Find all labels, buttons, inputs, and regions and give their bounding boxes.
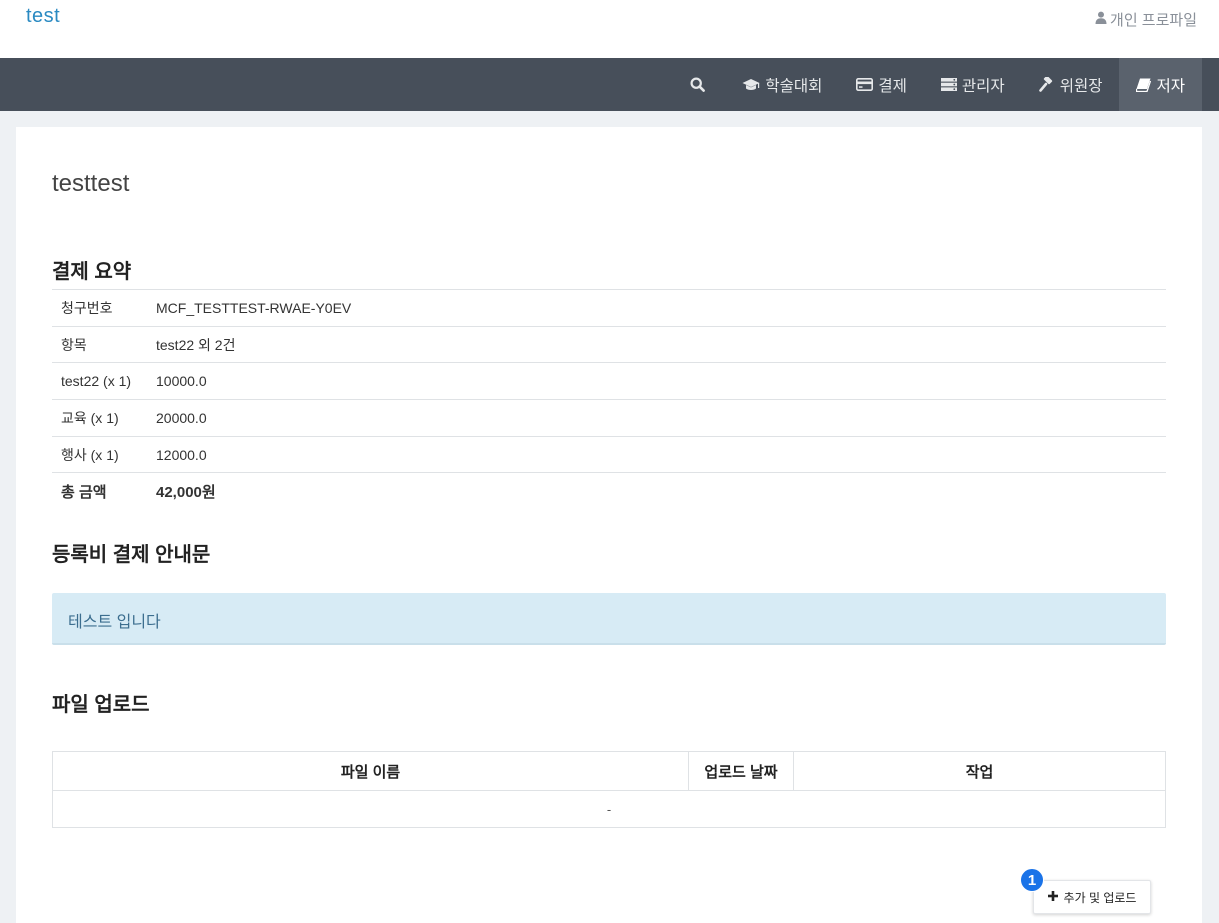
server-icon xyxy=(940,78,957,91)
summary-value: 12000.0 xyxy=(156,446,207,463)
graduation-cap-icon xyxy=(742,78,760,92)
nav-item-admin[interactable]: 관리자 xyxy=(924,58,1022,111)
summary-key: 행사 (x 1) xyxy=(61,446,119,463)
column-file-name: 파일 이름 xyxy=(52,751,689,791)
summary-value: 20000.0 xyxy=(156,409,207,426)
file-table: 파일 이름 업로드 날짜 작업 - xyxy=(52,751,1166,828)
payment-notice-title: 등록비 결제 안내문 xyxy=(52,544,211,566)
table-row: 항목 test22 외 2건 xyxy=(52,326,1166,363)
nav-item-label: 위원장 xyxy=(1059,77,1103,95)
total-row: 총 금액 42,000원 xyxy=(52,472,1166,510)
nav-item-label: 학술대회 xyxy=(765,77,823,95)
total-label: 총 금액 xyxy=(61,484,107,502)
main-navbar: 학술대회 결제 관리자 위원장 저자 xyxy=(0,58,1219,111)
brand-logo[interactable]: test xyxy=(26,5,60,28)
add-and-upload-label: 추가 및 업로드 xyxy=(1063,890,1137,905)
nav-item-payment[interactable]: 결제 xyxy=(839,58,924,111)
user-icon xyxy=(1095,11,1107,28)
nav-item-conference[interactable]: 학술대회 xyxy=(725,58,839,111)
table-row: 교육 (x 1) 20000.0 xyxy=(52,399,1166,437)
add-and-upload-button[interactable]: 추가 및 업로드 xyxy=(1033,880,1151,914)
main-panel: testtest 결제 요약 청구번호 MCF_TESTTEST-RWAE-Y0… xyxy=(16,127,1202,923)
payment-summary-title: 결제 요약 xyxy=(52,261,132,283)
profile-label: 개인 프로파일 xyxy=(1110,12,1197,29)
page-title: testtest xyxy=(52,170,130,197)
summary-value: MCF_TESTTEST-RWAE-Y0EV xyxy=(156,299,352,316)
plus-icon xyxy=(1047,890,1058,904)
table-row: test22 (x 1) 10000.0 xyxy=(52,362,1166,400)
credit-card-icon xyxy=(856,78,874,91)
summary-key: 청구번호 xyxy=(61,299,113,316)
gavel-icon xyxy=(1038,77,1055,92)
summary-key: test22 (x 1) xyxy=(61,373,132,390)
top-bar: test 개인 프로파일 xyxy=(0,0,1219,58)
nav-item-chair[interactable]: 위원장 xyxy=(1022,58,1120,111)
summary-key: 항목 xyxy=(61,336,87,353)
column-action: 작업 xyxy=(793,751,1166,791)
summary-value: 10000.0 xyxy=(156,373,207,390)
empty-placeholder: - xyxy=(52,790,1166,828)
profile-link[interactable]: 개인 프로파일 xyxy=(1095,9,1197,30)
file-table-header: 파일 이름 업로드 날짜 작업 xyxy=(52,751,1166,791)
nav-item-label: 저자 xyxy=(1156,77,1185,95)
total-amount: 42,000원 xyxy=(156,484,216,502)
payment-notice-box: 테스트 입니다 xyxy=(52,593,1166,645)
table-row: 행사 (x 1) 12000.0 xyxy=(52,436,1166,473)
step-badge: 1 xyxy=(1020,868,1044,892)
nav-item-label: 관리자 xyxy=(961,77,1005,95)
nav-search-button[interactable] xyxy=(670,58,725,111)
search-icon xyxy=(690,77,706,92)
table-row: - xyxy=(52,790,1166,828)
nav-item-author[interactable]: 저자 xyxy=(1119,58,1202,111)
payment-summary-table: 청구번호 MCF_TESTTEST-RWAE-Y0EV 항목 test22 외 … xyxy=(52,289,1166,510)
column-upload-date: 업로드 날짜 xyxy=(688,751,794,791)
file-upload-title: 파일 업로드 xyxy=(52,694,150,716)
table-row: 청구번호 MCF_TESTTEST-RWAE-Y0EV xyxy=(52,289,1166,327)
summary-key: 교육 (x 1) xyxy=(61,409,119,426)
book-icon xyxy=(1136,78,1152,92)
summary-value: test22 외 2건 xyxy=(156,336,236,353)
nav-item-label: 결제 xyxy=(878,77,907,95)
